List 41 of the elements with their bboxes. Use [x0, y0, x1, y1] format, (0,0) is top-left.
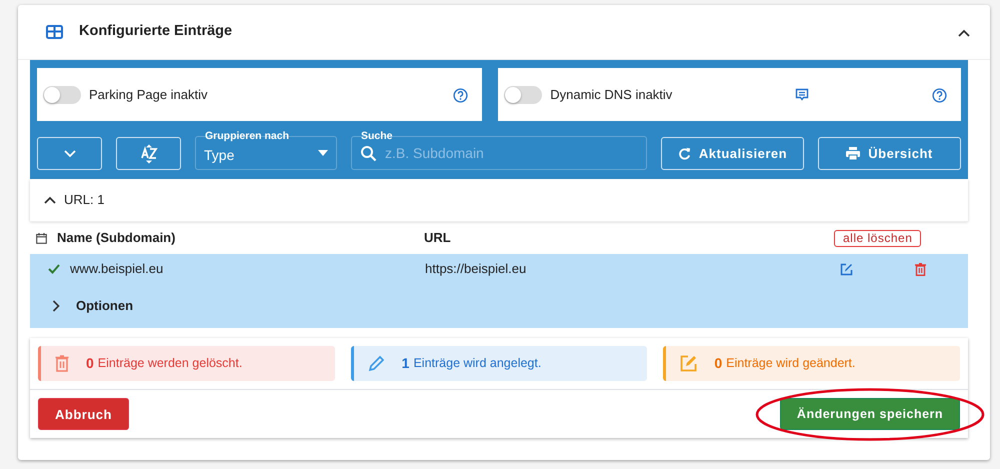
delete-all-button[interactable]: alle löschen — [834, 230, 922, 246]
help-icon[interactable] — [453, 88, 468, 103]
toggle-switch[interactable] — [43, 86, 81, 104]
toolbar-button[interactable]: Übersicht — [818, 137, 961, 170]
table-row[interactable]: www.beispiel.eu https://beispiel.eu Optionen — [30, 254, 968, 328]
summary-alert: 0 Einträge wird geändert. — [663, 346, 960, 381]
toggle-switch[interactable] — [504, 86, 542, 104]
chevron-icon[interactable] — [64, 150, 76, 158]
collapse-chevron-icon[interactable] — [44, 196, 56, 204]
pencil-icon — [368, 355, 385, 372]
sort-button[interactable] — [116, 137, 181, 170]
edit-icon[interactable] — [840, 262, 853, 276]
search-input[interactable]: z.B. Subdomain — [383, 142, 638, 164]
options-toggle[interactable]: Optionen — [30, 284, 968, 328]
search-icon — [360, 144, 377, 162]
dropdown-arrow-icon — [318, 150, 328, 156]
toolbar-button[interactable]: Aktualisieren — [661, 137, 804, 170]
comment-icon[interactable] — [795, 88, 810, 102]
panel-title: Konfigurierte Einträge — [79, 22, 232, 42]
calendar-icon — [36, 232, 47, 244]
edit-icon — [680, 355, 698, 372]
sort-az-icon — [138, 144, 158, 164]
printer-icon — [846, 147, 860, 160]
help-icon[interactable] — [932, 88, 948, 103]
refresh-icon — [678, 147, 691, 160]
group-header[interactable]: URL: 1 — [30, 179, 968, 221]
expand-button[interactable] — [37, 137, 102, 170]
table-cell-text: www.beispiel.eu — [70, 260, 164, 278]
column-header: URL — [424, 229, 452, 248]
summary-alert: 1 Einträge wird angelegt. — [350, 346, 648, 381]
toggle-label: Parking Page inaktiv — [89, 86, 208, 104]
summary-alert: 0 Einträge werden gelöscht. — [38, 346, 335, 381]
cancel-button[interactable]: Abbruch — [38, 398, 129, 430]
trash-icon — [55, 355, 69, 372]
column-header: Name (Subdomain) — [57, 229, 176, 248]
collapse-chevron-icon[interactable] — [958, 28, 970, 37]
table-cell-text: https://beispiel.eu — [425, 260, 528, 278]
table-icon — [46, 25, 63, 39]
trash-icon[interactable] — [915, 262, 926, 276]
save-button[interactable]: Änderungen speichern — [780, 398, 960, 430]
toggle-label: Dynamic DNS inaktiv — [550, 86, 672, 104]
